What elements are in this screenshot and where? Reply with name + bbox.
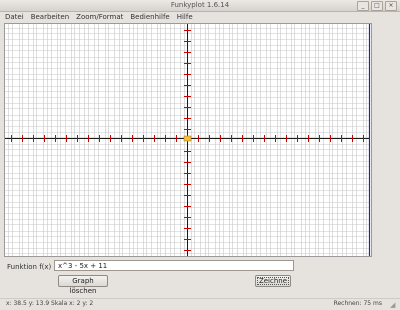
function-input[interactable] (54, 260, 294, 271)
clear-graph-button[interactable]: Graph löschen (58, 275, 108, 295)
maximize-button[interactable]: □ (371, 1, 383, 11)
function-label: Funktion f(x) = (7, 263, 60, 271)
cursor-coordinates: x: 38.5 y: 13.9 Skala x: 2 y: 2 (6, 300, 94, 307)
minimize-button[interactable]: _ (357, 1, 369, 11)
plot-button[interactable]: Zeichne (255, 275, 291, 287)
window-controls: _ □ × (357, 1, 397, 11)
menu-item-help[interactable]: Hilfe (177, 12, 193, 22)
plot-grid (5, 24, 371, 256)
menu-item-file[interactable]: Datei (5, 12, 24, 22)
menu-item-help-aids[interactable]: Bedienhilfe (130, 12, 169, 22)
window-title: Funkyplot 1.6.14 (170, 1, 230, 9)
origin-marker (183, 135, 192, 142)
menu-item-zoom[interactable]: Zoom/Format (76, 12, 123, 22)
menu-bar: Datei Bearbeiten Zoom/Format Bedienhilfe… (0, 12, 400, 22)
resize-grip-icon[interactable]: ◢ (390, 301, 398, 309)
window-titlebar: Funkyplot 1.6.14 _ □ × (0, 0, 400, 12)
calc-time: Rechnen: 75 ms (333, 300, 382, 307)
plot-canvas[interactable] (4, 23, 372, 257)
status-bar: x: 38.5 y: 13.9 Skala x: 2 y: 2 Rechnen:… (0, 298, 400, 310)
menu-item-edit[interactable]: Bearbeiten (31, 12, 69, 22)
close-button[interactable]: × (385, 1, 397, 11)
